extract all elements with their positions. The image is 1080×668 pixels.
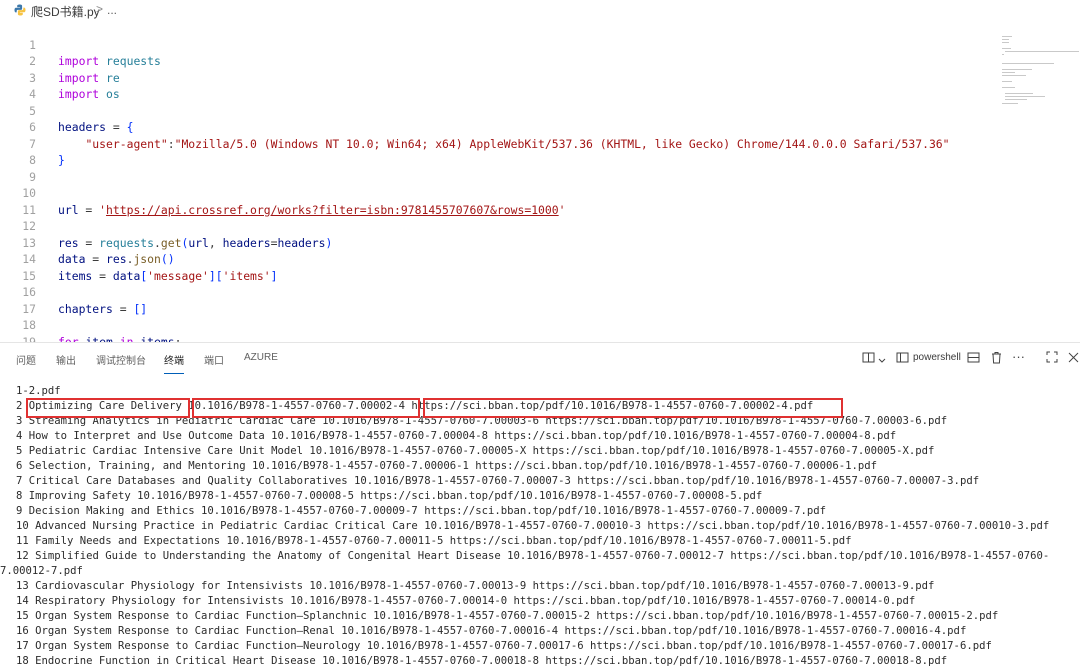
- code-line: 1 import requests: [0, 20, 1080, 69]
- code-line: 16 chapters = []: [0, 268, 1080, 316]
- more-icon[interactable]: ···: [1012, 349, 1025, 364]
- panel-tab-bar: 问题 输出 调试控制台 终端 端口 AZURE powershell ···: [0, 343, 1080, 374]
- terminal-line: 10 Advanced Nursing Practice in Pediatri…: [16, 520, 1050, 532]
- code-line: 5 headers = {: [0, 86, 1080, 135]
- code-line: 13 data = res.json(): [0, 218, 1080, 267]
- terminal-line: 13 Cardiovascular Physiology for Intensi…: [16, 580, 935, 592]
- add-terminal-icon[interactable]: [967, 351, 980, 367]
- terminal-line: 7.00012-7.pdf: [0, 565, 83, 577]
- tab-output[interactable]: 输出: [56, 352, 76, 367]
- code-line: 4: [0, 70, 1080, 101]
- code-line: 17: [0, 284, 1080, 316]
- code-line: 9: [0, 152, 1080, 184]
- tab-debug-console[interactable]: 调试控制台: [96, 352, 146, 367]
- terminal-output[interactable]: 1-2.pdf 2 Optimizing Care Delivery 10.10…: [0, 384, 1080, 668]
- code-line: 3 import os: [0, 53, 1080, 102]
- terminal-line: 9 Decision Making and Ethics 10.1016/B97…: [16, 505, 827, 517]
- trash-icon[interactable]: [990, 351, 1003, 367]
- tab-ports[interactable]: 端口: [204, 352, 224, 367]
- code-line: 15: [0, 251, 1080, 283]
- code-line: 2 import re: [0, 37, 1080, 85]
- highlight-title-box: [26, 398, 190, 418]
- terminal-line: 8 Improving Safety 10.1016/B978-1-4557-0…: [16, 490, 763, 502]
- code-line: 7 }: [0, 119, 1080, 168]
- terminal-line: 17 Organ System Response to Cardiac Func…: [16, 640, 992, 652]
- terminal-line: 6 Selection, Training, and Mentoring 10.…: [16, 460, 878, 472]
- terminal-line: 7 Critical Care Databases and Quality Co…: [16, 475, 980, 487]
- terminal-line: 5 Pediatric Cardiac Intensive Care Unit …: [16, 445, 935, 457]
- terminal-line: 16 Organ System Response to Cardiac Func…: [16, 625, 967, 637]
- code-editor[interactable]: 1 import requests 2 import re 3 import o…: [0, 20, 1080, 342]
- highlight-doi-box: [192, 398, 420, 418]
- chevron-down-icon[interactable]: [878, 353, 886, 368]
- terminal-icon: [896, 351, 909, 367]
- code-line: 6 "user-agent":"Mozilla/5.0 (Windows NT …: [0, 103, 1080, 151]
- terminal-line: 15 Organ System Response to Cardiac Func…: [16, 610, 999, 622]
- code-line: 11: [0, 185, 1080, 217]
- tab-azure[interactable]: AZURE: [244, 352, 278, 363]
- breadcrumb-separator: >: [96, 2, 104, 16]
- code-line: 14 items = data['message']['items']: [0, 235, 1080, 283]
- code-line: 19: [0, 317, 1080, 343]
- minimap[interactable]: [1000, 36, 1080, 106]
- maximize-icon[interactable]: [1046, 351, 1058, 366]
- split-layout-icon[interactable]: [862, 351, 875, 367]
- tab-problems[interactable]: 问题: [16, 352, 36, 367]
- code-line: 12 res = requests.get(url, headers=heade…: [0, 202, 1080, 250]
- file-name[interactable]: 爬SD书籍.py: [31, 3, 100, 20]
- close-icon[interactable]: [1068, 351, 1079, 366]
- code-line: 20 title = item.get('title', [''])[0]: [0, 334, 1080, 343]
- python-file-icon: [14, 4, 26, 16]
- code-line: 18 for item in items:: [0, 301, 1080, 342]
- terminal-line: 4 How to Interpret and Use Outcome Data …: [16, 430, 897, 442]
- breadcrumb: 爬SD书籍.py > ...: [0, 0, 1080, 20]
- terminal-line: 14 Respiratory Physiology for Intensivis…: [16, 595, 916, 607]
- terminal-line: 1-2.pdf: [16, 385, 61, 397]
- code-line: 10 url = 'https://api.crossref.org/works…: [0, 169, 1080, 217]
- terminal-line: 18 Endocrine Function in Critical Heart …: [16, 655, 948, 667]
- terminal-line: 12 Simplified Guide to Understanding the…: [16, 550, 1050, 562]
- code-line: 8: [0, 136, 1080, 167]
- tab-terminal[interactable]: 终端: [164, 352, 184, 374]
- highlight-url-box: [423, 398, 843, 418]
- shell-label[interactable]: powershell: [913, 352, 961, 363]
- terminal-line: 11 Family Needs and Expectations 10.1016…: [16, 535, 852, 547]
- breadcrumb-ellipsis[interactable]: ...: [107, 3, 117, 17]
